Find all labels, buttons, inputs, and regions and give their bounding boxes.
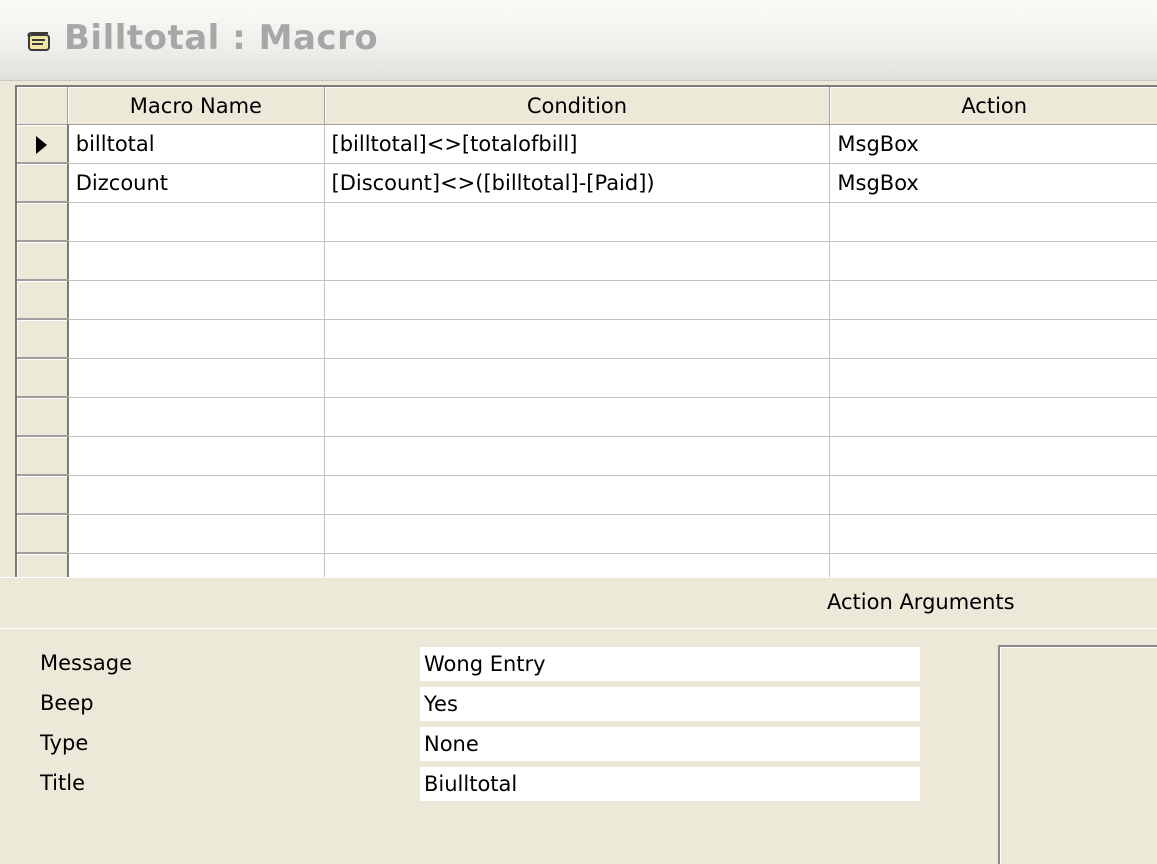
window-title-bar: Billtotal : Macro <box>0 0 1157 81</box>
macro-grid: Macro Name Condition Action billtotal [bi… <box>15 85 1157 579</box>
cell-condition[interactable] <box>324 553 831 579</box>
cell-condition[interactable] <box>324 241 831 281</box>
cell-action[interactable] <box>829 358 1157 398</box>
argument-label-title: Title <box>40 771 86 795</box>
row-selector[interactable] <box>17 397 69 437</box>
table-row[interactable] <box>17 436 1157 476</box>
cell-action[interactable] <box>829 475 1157 515</box>
cell-action[interactable]: MsgBox <box>829 163 1157 203</box>
row-selector-header[interactable] <box>17 87 69 125</box>
row-selector[interactable] <box>17 163 69 203</box>
row-selector[interactable] <box>17 436 69 476</box>
row-selector[interactable] <box>17 124 69 164</box>
cell-condition[interactable] <box>324 202 831 242</box>
cell-macro-name[interactable] <box>67 280 325 320</box>
argument-field-beep[interactable]: Yes <box>420 687 920 721</box>
table-row[interactable] <box>17 358 1157 398</box>
cell-macro-name[interactable] <box>67 514 325 554</box>
cell-action[interactable] <box>829 436 1157 476</box>
help-text-box <box>998 645 1157 864</box>
action-arguments-header: Action Arguments <box>0 577 1157 629</box>
row-selector[interactable] <box>17 514 69 554</box>
cell-action[interactable] <box>829 241 1157 281</box>
cell-condition[interactable] <box>324 280 831 320</box>
table-row[interactable]: Dizcount [Discount]<>([billtotal]-[Paid])… <box>17 163 1157 203</box>
argument-field-title[interactable]: Biulltotal <box>420 767 920 801</box>
cell-action[interactable]: MsgBox <box>829 124 1157 164</box>
cell-condition[interactable] <box>324 319 831 359</box>
cell-condition[interactable] <box>324 358 831 398</box>
argument-label-type: Type <box>40 731 89 755</box>
table-row[interactable] <box>17 475 1157 515</box>
cell-condition[interactable] <box>324 514 831 554</box>
column-header-condition[interactable]: Condition <box>324 87 831 125</box>
cell-condition[interactable] <box>324 475 831 515</box>
cell-macro-name[interactable] <box>67 202 325 242</box>
row-selector[interactable] <box>17 319 69 359</box>
action-arguments-title: Action Arguments <box>827 590 1015 614</box>
cell-action[interactable] <box>829 514 1157 554</box>
table-row[interactable] <box>17 553 1157 579</box>
cell-macro-name[interactable] <box>67 397 325 437</box>
action-arguments-panel: Message Wong Entry Beep Yes Type None Title Biu… <box>0 628 1157 864</box>
row-selector[interactable] <box>17 280 69 320</box>
cell-action[interactable] <box>829 280 1157 320</box>
cell-macro-name[interactable] <box>67 436 325 476</box>
cell-action[interactable] <box>829 397 1157 437</box>
table-row[interactable] <box>17 514 1157 554</box>
cell-condition[interactable]: [billtotal]<>[totalofbill] <box>324 124 831 164</box>
argument-field-message[interactable]: Wong Entry <box>420 647 920 681</box>
table-row[interactable] <box>17 241 1157 281</box>
argument-label-message: Message <box>40 651 133 675</box>
table-row[interactable] <box>17 202 1157 242</box>
cell-macro-name[interactable] <box>67 241 325 281</box>
table-row[interactable] <box>17 280 1157 320</box>
cell-action[interactable] <box>829 553 1157 579</box>
table-row[interactable] <box>17 397 1157 437</box>
cell-macro-name[interactable] <box>67 358 325 398</box>
cell-macro-name[interactable] <box>67 319 325 359</box>
cell-macro-name[interactable]: Dizcount <box>67 163 325 203</box>
row-selector[interactable] <box>17 241 69 281</box>
window-title: Billtotal : Macro <box>64 18 379 58</box>
cell-condition[interactable] <box>324 397 831 437</box>
row-selector[interactable] <box>17 202 69 242</box>
cell-macro-name[interactable]: billtotal <box>67 124 325 164</box>
header-row: Macro Name Condition Action <box>17 87 1157 125</box>
cell-macro-name[interactable] <box>67 553 325 579</box>
current-row-arrow-icon <box>36 135 48 154</box>
row-selector[interactable] <box>17 553 69 579</box>
cell-condition[interactable] <box>324 436 831 476</box>
macro-scroll-icon <box>27 32 50 51</box>
cell-action[interactable] <box>829 202 1157 242</box>
row-selector[interactable] <box>17 358 69 398</box>
cell-condition[interactable]: [Discount]<>([billtotal]-[Paid]) <box>324 163 831 203</box>
macro-table: Macro Name Condition Action billtotal [bi… <box>17 87 1157 579</box>
cell-macro-name[interactable] <box>67 475 325 515</box>
argument-label-beep: Beep <box>40 691 94 715</box>
row-selector[interactable] <box>17 475 69 515</box>
column-header-macro-name[interactable]: Macro Name <box>67 87 325 125</box>
argument-field-type[interactable]: None <box>420 727 920 761</box>
table-row[interactable]: billtotal [billtotal]<>[totalofbill] MsgBo… <box>17 124 1157 164</box>
cell-action[interactable] <box>829 319 1157 359</box>
column-header-action[interactable]: Action <box>829 87 1157 125</box>
table-row[interactable] <box>17 319 1157 359</box>
